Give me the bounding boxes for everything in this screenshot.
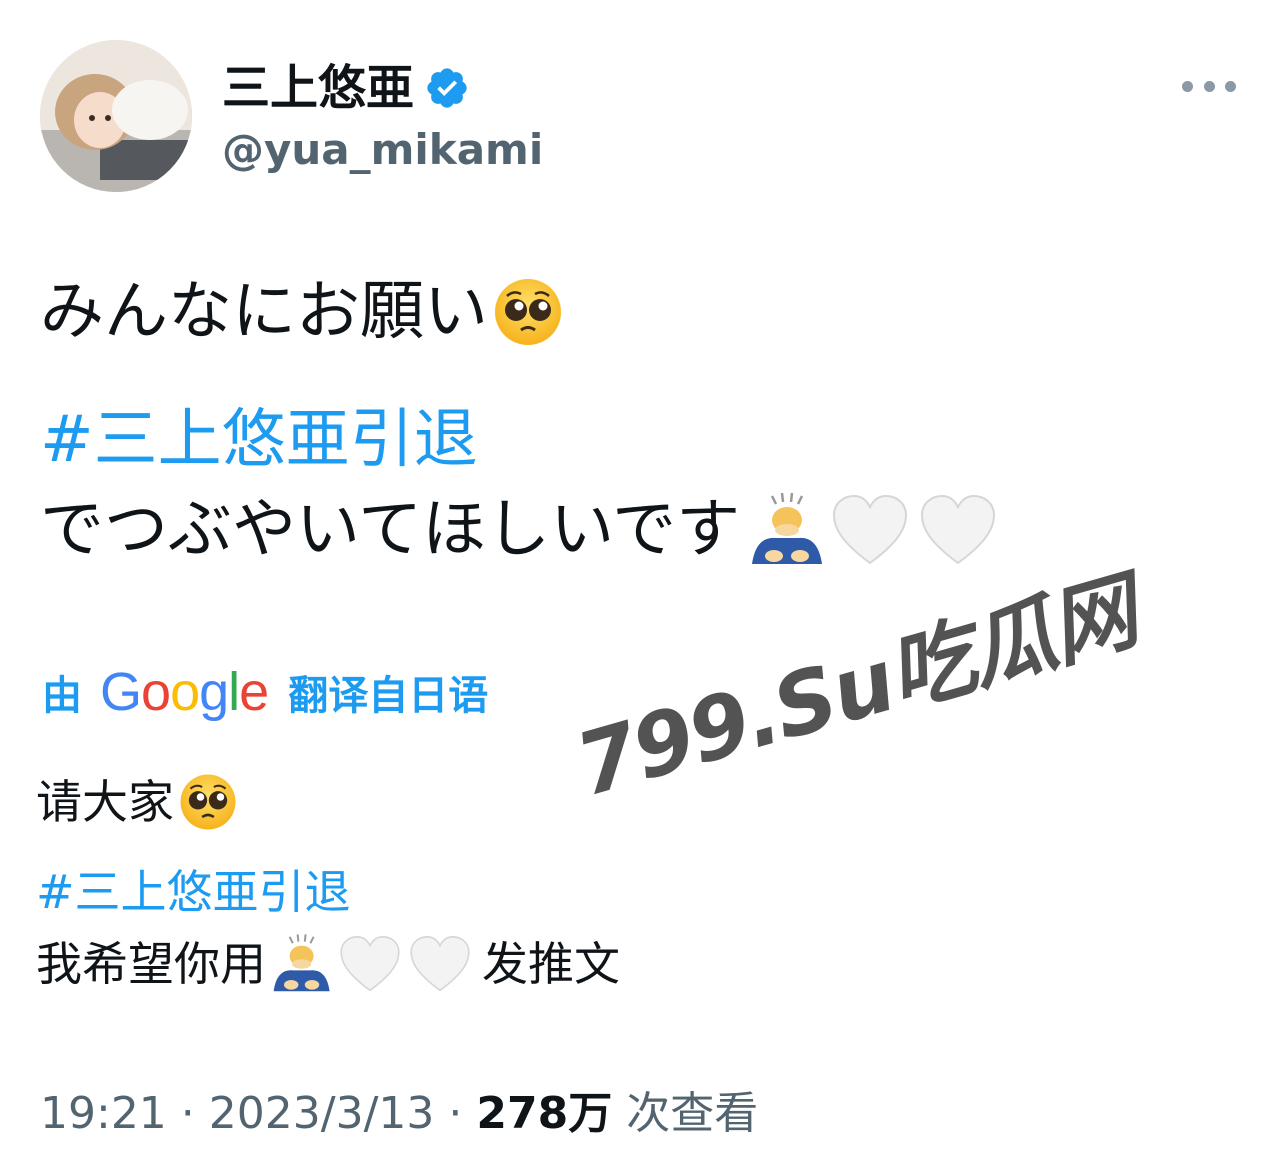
translated-hashtag-link[interactable]: #三上悠亜引退 <box>36 862 351 922</box>
views-count[interactable]: 278万 <box>476 1088 612 1139</box>
pleading-face-emoji <box>180 774 236 830</box>
google-logo: Google <box>100 662 269 722</box>
bowing-person-emoji <box>273 934 330 992</box>
display-name[interactable]: 三上悠亜 <box>222 56 414 120</box>
verified-badge-icon <box>427 68 467 108</box>
user-handle[interactable]: @yua_mikami <box>222 122 543 178</box>
tweet-text-line-3: でつぶやいてほしいです <box>40 490 998 570</box>
translated-text: 我希望你用 <box>36 937 266 991</box>
tweet-text: みんなにお願い <box>40 275 488 349</box>
avatar-image <box>40 40 192 192</box>
translation-attribution-link[interactable]: 由 Google 翻译自日语 <box>42 660 488 724</box>
tweet-text: でつぶやいてほしいです <box>40 493 741 567</box>
translation-suffix: 翻译自日语 <box>288 673 489 719</box>
white-heart-emoji <box>410 935 470 992</box>
white-heart-emoji <box>921 494 996 565</box>
tweet-meta: 19:21 · 2023/3/13 · 278万 次查看 <box>40 1084 758 1144</box>
meta-separator: · <box>166 1088 209 1139</box>
avatar[interactable] <box>40 40 192 192</box>
watermark-text: 799.Su吃瓜网 <box>565 561 1147 817</box>
translated-text: 请大家 <box>36 775 174 829</box>
tweet-time[interactable]: 19:21 <box>40 1088 167 1139</box>
tweet-date[interactable]: 2023/3/13 <box>209 1088 435 1139</box>
tweet-text-line-1: みんなにお願い <box>40 272 564 352</box>
author-name-row[interactable]: 三上悠亜 <box>222 56 470 120</box>
meta-separator: · <box>434 1088 477 1139</box>
bowing-person-emoji <box>752 492 823 564</box>
translated-text-line-3: 我希望你用 发推文 <box>36 932 620 996</box>
white-heart-emoji <box>833 494 908 565</box>
more-options-icon[interactable] <box>1182 72 1236 100</box>
translation-prefix: 由 <box>42 673 82 719</box>
hashtag-link[interactable]: #三上悠亜引退 <box>40 400 478 480</box>
translated-text: 发推文 <box>482 937 620 991</box>
views-label: 次查看 <box>612 1088 759 1139</box>
white-heart-emoji <box>340 935 400 992</box>
translated-text-line-1: 请大家 <box>36 772 238 832</box>
pleading-face-emoji <box>495 279 561 345</box>
